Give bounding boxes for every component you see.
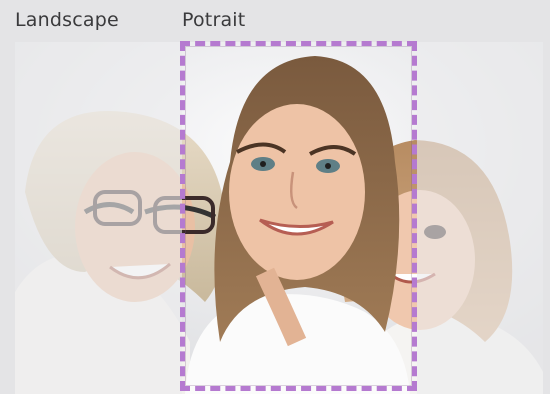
- dimmed-area-right: [417, 42, 543, 394]
- portrait-crop-frame[interactable]: [180, 41, 417, 391]
- crop-orientation-panel: Landscape Potrait: [0, 0, 550, 394]
- dimmed-area-left: [15, 42, 182, 394]
- tab-landscape[interactable]: Landscape: [15, 9, 119, 31]
- crop-frame-inner-border: [185, 46, 412, 386]
- tab-portrait[interactable]: Potrait: [182, 9, 245, 31]
